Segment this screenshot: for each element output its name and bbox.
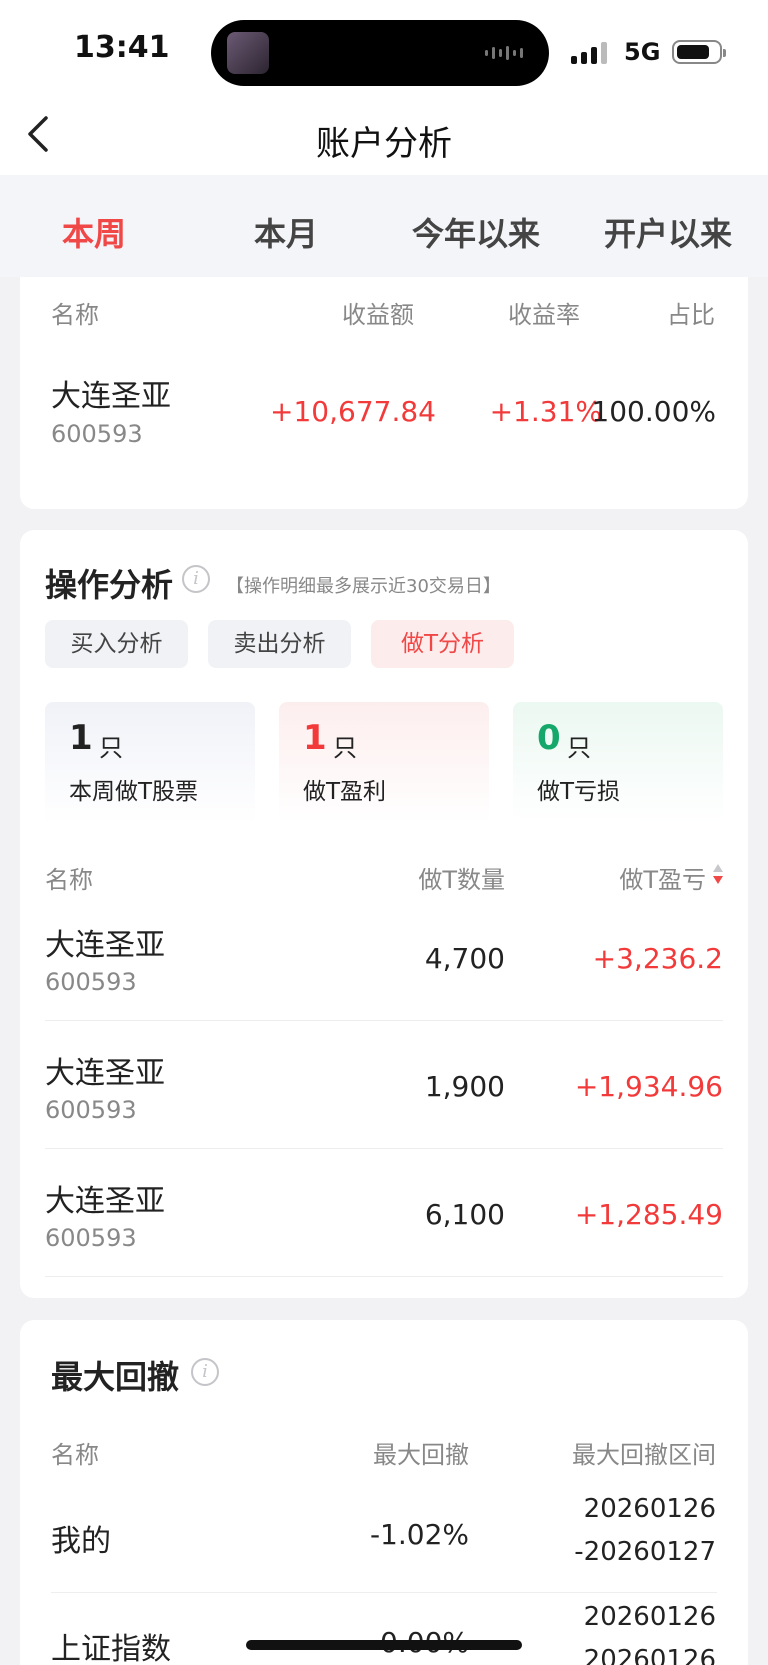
stat-label: 做T亏损 [537,779,621,805]
t-quantity: 4,700 [424,942,505,975]
stat-value: 1 [303,718,327,758]
drawdown-range-end: -20260127 [574,1537,716,1567]
t-pnl: +1,285.49 [574,1198,723,1231]
stat-unit: 只 [99,734,123,762]
column-header-name: 名称 [51,301,99,329]
drawdown-value: -1.02% [369,1518,469,1551]
nav-bar: 账户分析 [0,100,768,175]
status-time: 13:41 [74,30,170,65]
home-indicator[interactable] [246,1640,522,1650]
stock-name: 大连圣亚 [45,928,165,963]
t-quantity: 6,100 [424,1198,505,1231]
drawdown-range-end: 20260126 [583,1645,716,1665]
column-header-name: 名称 [51,1441,99,1469]
stat-unit: 只 [567,734,591,762]
t-quantity: 1,900 [424,1070,505,1103]
section-title: 操作分析 [45,566,174,604]
stat-t-stocks: 1 只 本周做T股票 [45,702,255,824]
column-header-name: 名称 [45,866,93,894]
info-icon[interactable]: i [191,1358,219,1386]
stock-code: 600593 [45,968,137,996]
dynamic-island[interactable] [211,20,549,86]
now-playing-artwork [227,32,269,74]
stat-value: 1 [69,718,93,758]
stat-label: 做T盈利 [303,779,387,805]
column-header-share: 占比 [667,301,715,329]
row-divider [45,1020,723,1021]
page-title: 账户分析 [316,124,452,164]
profit-rate: +1.31% [489,395,602,428]
column-header-profit: 收益额 [342,301,414,329]
stock-code: 600593 [45,1096,137,1124]
network-type: 5G [624,38,661,66]
row-divider [45,1148,723,1149]
position-share: 100.00% [591,395,716,428]
column-header-t-quantity: 做T数量 [418,866,505,894]
stock-name: 大连圣亚 [51,379,171,414]
period-tabs: 本周 本月 今年以来 开户以来 [0,175,768,277]
cellular-signal-icon [571,42,611,64]
sell-analysis-button[interactable]: 卖出分析 [208,620,351,668]
section-note: 【操作明细最多展示近30交易日】 [226,576,501,597]
section-title: 最大回撤 [51,1358,180,1396]
sort-icon[interactable] [713,864,723,888]
row-name: 上证指数 [51,1632,171,1665]
row-divider [45,1276,723,1277]
column-header-rate: 收益率 [508,301,580,329]
t-trade-analysis-button[interactable]: 做T分析 [371,620,514,668]
max-drawdown-card: 最大回撤 i 名称 最大回撤 最大回撤区间 我的 -1.02% 20260126… [20,1320,748,1665]
t-pnl: +3,236.2 [592,942,723,975]
column-header-drawdown-range: 最大回撤区间 [572,1441,716,1469]
row-name: 我的 [51,1524,111,1559]
column-header-t-pnl[interactable]: 做T盈亏 [619,860,706,895]
battery-icon [672,40,726,64]
profit-amount: +10,677.84 [270,395,436,428]
tab-this-month[interactable]: 本月 [254,209,318,255]
stat-label: 本周做T股票 [69,779,199,805]
t-pnl: +1,934.96 [574,1070,723,1103]
drawdown-range-start: 20260126 [583,1494,716,1524]
tab-year-to-date[interactable]: 今年以来 [412,209,540,255]
stat-t-loss: 0 只 做T亏损 [513,702,723,824]
audio-wave-icon [485,46,523,60]
stock-code: 600593 [51,420,143,448]
row-divider [51,1592,717,1593]
tab-since-opening[interactable]: 开户以来 [604,209,732,255]
drawdown-range-start: 20260126 [583,1602,716,1632]
buy-analysis-button[interactable]: 买入分析 [45,620,188,668]
stock-name: 大连圣亚 [45,1184,165,1219]
stat-value: 0 [537,718,561,758]
tab-this-week[interactable]: 本周 [62,209,126,255]
holdings-card: 名称 收益额 收益率 占比 大连圣亚 600593 +10,677.84 +1.… [20,277,748,509]
stat-t-profit: 1 只 做T盈利 [279,702,489,824]
operation-analysis-card: 操作分析 i 【操作明细最多展示近30交易日】 买入分析 卖出分析 做T分析 1… [20,530,748,1298]
column-header-drawdown: 最大回撤 [373,1441,469,1469]
info-icon[interactable]: i [182,565,210,593]
stock-name: 大连圣亚 [45,1056,165,1091]
stock-code: 600593 [45,1224,137,1252]
stat-unit: 只 [333,734,357,762]
status-bar: 13:41 5G [0,0,768,100]
